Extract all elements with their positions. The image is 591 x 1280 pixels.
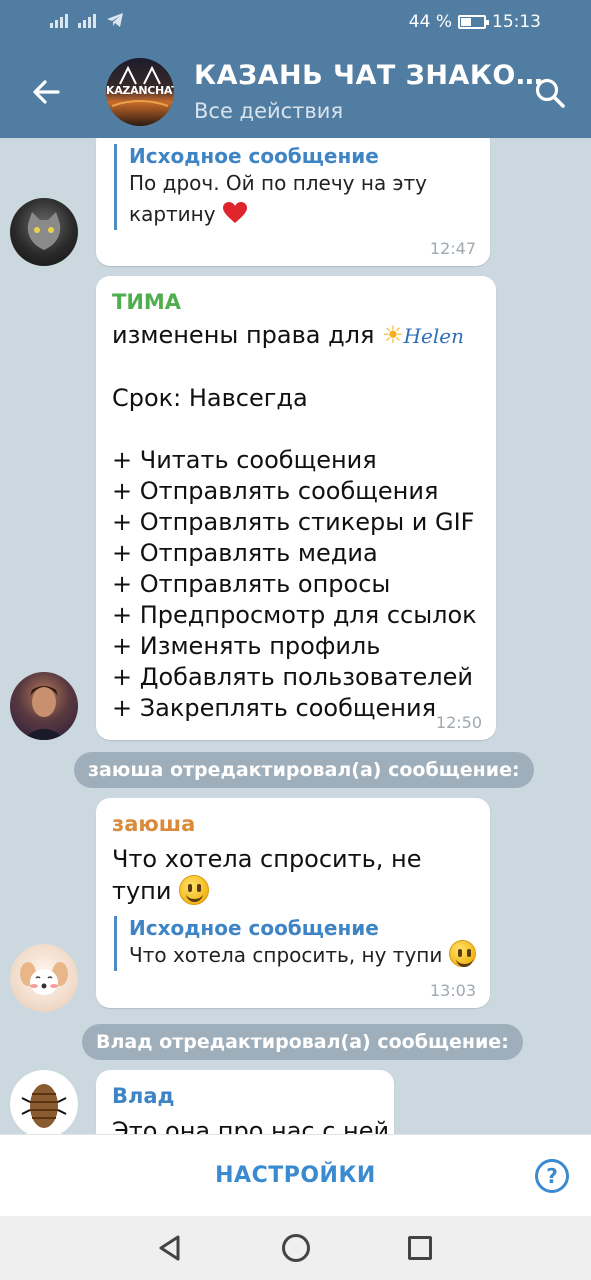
quote-header: Исходное сообщение [129,916,379,940]
bottom-bar: НАСТРОЙКИ ? [0,1134,591,1216]
message-text: Что хотела спросить, не тупи [112,845,422,905]
avatar[interactable] [10,944,78,1012]
avatar[interactable] [10,672,78,740]
message-bubble[interactable]: заюша Что хотела спросить, не тупи Исход… [96,798,490,1008]
rights-item: + Добавлять пользователей [112,663,473,691]
message-text: Это она про нас с ней [112,1117,390,1134]
battery-icon [458,15,489,29]
sender-name[interactable]: Влад [112,1084,175,1108]
help-icon[interactable]: ? [535,1159,569,1193]
message-text: изменены права для ☀Helen Срок: Навсегда… [112,320,477,724]
settings-button[interactable]: НАСТРОЙКИ [0,1163,591,1188]
nav-recents-icon[interactable] [408,1236,432,1260]
cat-avatar-icon [27,212,61,250]
puppy-avatar-icon [20,962,68,995]
quote-block: Исходное сообщение По дроч. Ой по плечу … [114,144,476,230]
quote-header: Исходное сообщение [129,144,379,168]
signal-icon [50,12,68,28]
sender-name[interactable]: ТИМА [112,290,181,314]
rights-item: + Отправлять стикеры и GIF [112,508,475,536]
search-icon[interactable] [533,76,567,110]
rights-item: + Отправлять сообщения [112,477,439,505]
quote-text: По дроч. Ой по плечу на эту картину [129,171,428,226]
system-navigation-bar [0,1216,591,1280]
sun-icon: ☀ [382,321,404,349]
avatar[interactable] [10,1070,78,1134]
telegram-icon [107,13,123,27]
rights-item: + Отправлять медиа [112,539,378,567]
message-time: 13:03 [429,981,476,1000]
status-right: 44 % 15:13 [409,12,541,32]
rights-item: + Предпросмотр для ссылок [112,601,477,629]
chat-avatar-label: KAZANCHAT [106,84,174,97]
battery-percent: 44 % [408,12,452,32]
heart-icon [222,202,247,223]
chat-area[interactable]: Исходное сообщение По дроч. Ой по плечу … [0,138,591,1134]
mention-link[interactable]: Helen [404,324,464,348]
chat-header: KAZANCHAT КАЗАНЬ ЧАТ ЗНАКО… Все действия [0,46,591,138]
smile-emoji-icon [448,940,476,967]
rights-item: + Закреплять сообщения [112,694,437,722]
rights-item: + Изменять профиль [112,632,381,660]
back-arrow-icon[interactable] [28,74,64,110]
rights-item: + Отправлять опросы [112,570,391,598]
service-message: Влад отредактировал(а) сообщение: [82,1024,523,1060]
term-line: Срок: Навсегда [112,384,308,412]
signal-icon [78,12,96,28]
chat-subtitle: Все действия [194,99,344,123]
quote-text: Что хотела спросить, ну тупи [129,940,476,971]
nav-home-icon[interactable] [282,1234,310,1262]
pinecone-avatar-icon [21,1084,67,1128]
signal-indicators [50,12,124,28]
message-bubble[interactable]: Исходное сообщение По дроч. Ой по плечу … [96,138,490,266]
person-avatar-icon [22,686,66,740]
smile-emoji-icon [179,875,210,905]
chat-avatar[interactable]: KAZANCHAT [106,58,174,126]
quote-block: Исходное сообщение Что хотела спросить, … [114,916,476,971]
service-message: заюша отредактировал(а) сообщение: [74,752,534,788]
message-bubble[interactable]: Влад Это она про нас с ней [96,1070,394,1134]
message-time: 12:50 [435,713,482,732]
sender-name[interactable]: заюша [112,812,195,836]
chat-title[interactable]: КАЗАНЬ ЧАТ ЗНАКО… [194,60,543,91]
nav-back-icon[interactable] [156,1234,184,1262]
rights-list: + Читать сообщения + Отправлять сообщени… [112,445,477,724]
rights-item: + Читать сообщения [112,446,377,474]
message-time: 12:47 [429,239,476,258]
message-bubble[interactable]: ТИМА изменены права для ☀Helen Срок: Нав… [96,276,496,740]
clock: 15:13 [492,12,541,32]
status-bar: 44 % 15:13 [0,0,591,46]
admin-rights-line: изменены права для ☀Helen [112,321,464,349]
avatar[interactable] [10,198,78,266]
